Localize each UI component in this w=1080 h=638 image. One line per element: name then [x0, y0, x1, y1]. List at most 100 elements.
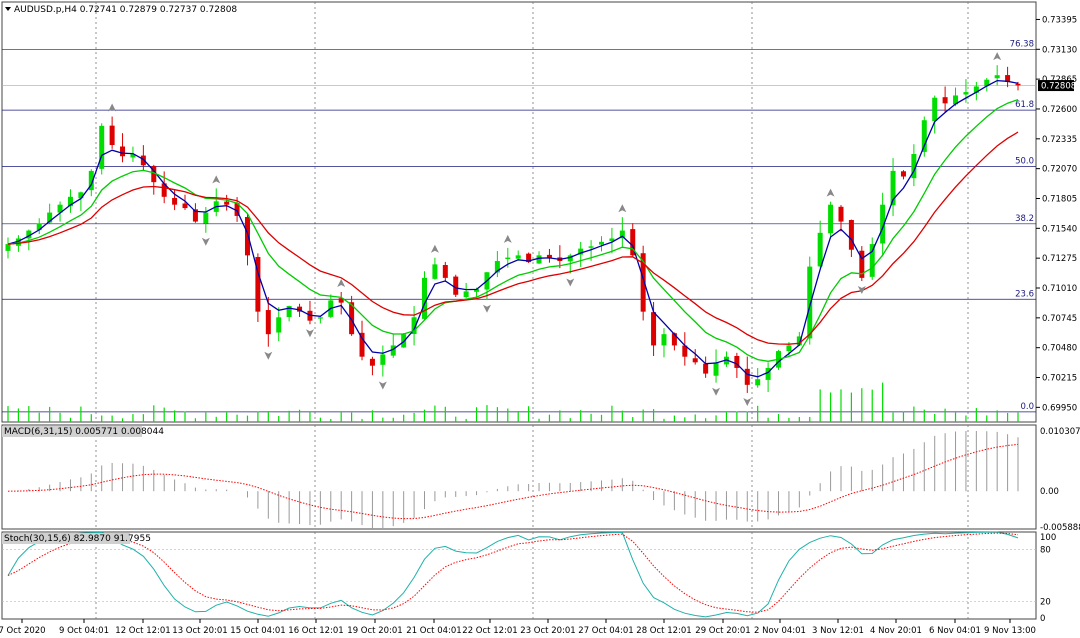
candle-body — [848, 219, 854, 250]
current-price-label: 0.72808 — [1041, 82, 1076, 92]
stoch-main-line — [7, 531, 1019, 618]
candlesticks — [5, 65, 1021, 393]
time-tick-label: 2 Nov 04:01 — [754, 626, 806, 636]
ma-fast-line — [7, 79, 1019, 378]
price-tick-label: 0.72335 — [1042, 135, 1077, 145]
candle-body — [453, 276, 459, 295]
time-tick-label: 16 Oct 12:01 — [288, 626, 343, 636]
price-tick-label: 0.70215 — [1042, 374, 1077, 384]
fib-label: 76.38 — [1010, 39, 1034, 49]
candle-body — [203, 212, 209, 224]
time-tick-label: 28 Oct 12:01 — [636, 626, 691, 636]
price-tick-label: 0.73130 — [1042, 45, 1077, 55]
candle-body — [5, 244, 11, 251]
grid-lines — [2, 2, 1036, 619]
fractal-up-icon — [430, 244, 439, 253]
candle-body — [755, 379, 761, 386]
fib-label: 38.2 — [1015, 214, 1034, 224]
stoch-tick-label: 100 — [1040, 533, 1056, 543]
candle-body — [994, 75, 1000, 79]
fractal-down-icon — [378, 381, 387, 390]
candle-body — [786, 345, 792, 352]
candle-body — [515, 255, 521, 259]
candle-body — [505, 257, 511, 260]
price-tick-label: 0.71540 — [1042, 224, 1077, 234]
time-tick-label: 27 Oct 04:01 — [578, 626, 633, 636]
ma-mid-line — [7, 98, 1019, 362]
time-tick-label: 21 Oct 04:01 — [406, 626, 461, 636]
candle-body — [963, 92, 969, 95]
candle-body — [942, 97, 948, 104]
candle-body — [838, 206, 844, 222]
candle-body — [432, 264, 438, 279]
time-tick-label: 22 Oct 12:01 — [462, 626, 517, 636]
price-tick-label: 0.71275 — [1042, 254, 1077, 264]
candle-body — [744, 368, 750, 385]
fractal-down-icon — [712, 387, 721, 396]
stoch-tick-label: 80 — [1040, 545, 1051, 555]
candle-body — [265, 310, 271, 335]
fib-label: 23.6 — [1015, 289, 1034, 299]
candle-body — [172, 197, 178, 205]
price-tick-label: 0.70480 — [1042, 344, 1077, 354]
dropdown-arrow-icon[interactable] — [5, 7, 11, 11]
time-tick-label: 3 Nov 12:01 — [812, 626, 864, 636]
candle-body — [536, 255, 542, 264]
fractal-up-icon — [618, 204, 627, 213]
price-axis: 0.733950.731300.728650.726000.723350.720… — [1036, 15, 1080, 624]
price-tick-label: 0.73395 — [1042, 15, 1077, 25]
candle-body — [599, 241, 605, 245]
fractal-up-icon — [993, 52, 1002, 61]
time-tick-label: 7 Oct 2020 — [0, 626, 46, 636]
fractal-down-icon — [482, 304, 491, 313]
candle-body — [109, 125, 115, 146]
symbol-header: AUDUSD.p,H4 0.72741 0.72879 0.72737 0.72… — [14, 5, 237, 15]
price-tick-label: 0.72070 — [1042, 165, 1077, 175]
trading-chart[interactable]: 76.38 61.8 50.0 38.2 23.6 0.0 0.73395 0.73130 0… — [0, 0, 1080, 638]
price-tick-label: 0.72600 — [1042, 105, 1077, 115]
macd-tick-label: 0.00 — [1040, 487, 1059, 497]
candle-body — [421, 277, 427, 319]
fractal-up-icon — [503, 234, 512, 243]
candle-body — [380, 354, 386, 365]
candle-body — [317, 317, 323, 319]
macd-histogram — [7, 430, 1019, 529]
price-tick-label: 0.71010 — [1042, 284, 1077, 294]
candle-body — [120, 146, 126, 157]
candle-body — [807, 266, 813, 339]
time-tick-label: 6 Nov 04:01 — [929, 626, 981, 636]
fractal-up-icon — [212, 175, 221, 184]
candle-body — [932, 97, 938, 122]
candle-body — [244, 217, 250, 256]
time-tick-label: 29 Oct 20:01 — [695, 626, 750, 636]
stoch-panel[interactable] — [1, 531, 1037, 620]
candle-body — [276, 317, 282, 333]
fib-label: 61.8 — [1015, 100, 1034, 110]
time-tick-label: 13 Oct 20:01 — [172, 626, 227, 636]
ma-slow-line — [7, 131, 1019, 345]
fractal-arrows — [108, 52, 1002, 406]
time-tick-label: 4 Nov 20:01 — [870, 626, 922, 636]
candle-body — [828, 204, 834, 234]
time-tick-label: 9 Nov 13:00 — [984, 626, 1036, 636]
fractal-down-icon — [264, 351, 273, 360]
macd-panel[interactable] — [1, 424, 1037, 530]
time-tick-label: 23 Oct 20:01 — [520, 626, 575, 636]
moving-averages — [7, 79, 1019, 378]
candle-body — [1015, 83, 1021, 86]
candle-body — [900, 171, 906, 177]
candle-body — [182, 203, 188, 209]
time-tick-label: 9 Oct 04:01 — [59, 626, 109, 636]
stoch-tick-label: 0 — [1040, 614, 1045, 624]
candle-body — [703, 363, 709, 374]
stoch-tick-label: 20 — [1040, 598, 1051, 608]
time-axis: 7 Oct 2020 9 Oct 04:01 12 Oct 12:01 13 Oct … — [0, 619, 1036, 636]
fib-label: 50.0 — [1015, 156, 1034, 166]
candle-body — [369, 358, 375, 366]
time-tick-label: 12 Oct 12:01 — [115, 626, 170, 636]
fractal-down-icon — [201, 237, 210, 246]
fractal-down-icon — [566, 278, 575, 287]
price-tick-label: 0.70745 — [1042, 314, 1077, 324]
stochastic-lines — [2, 531, 1036, 618]
candle-body — [588, 246, 594, 248]
